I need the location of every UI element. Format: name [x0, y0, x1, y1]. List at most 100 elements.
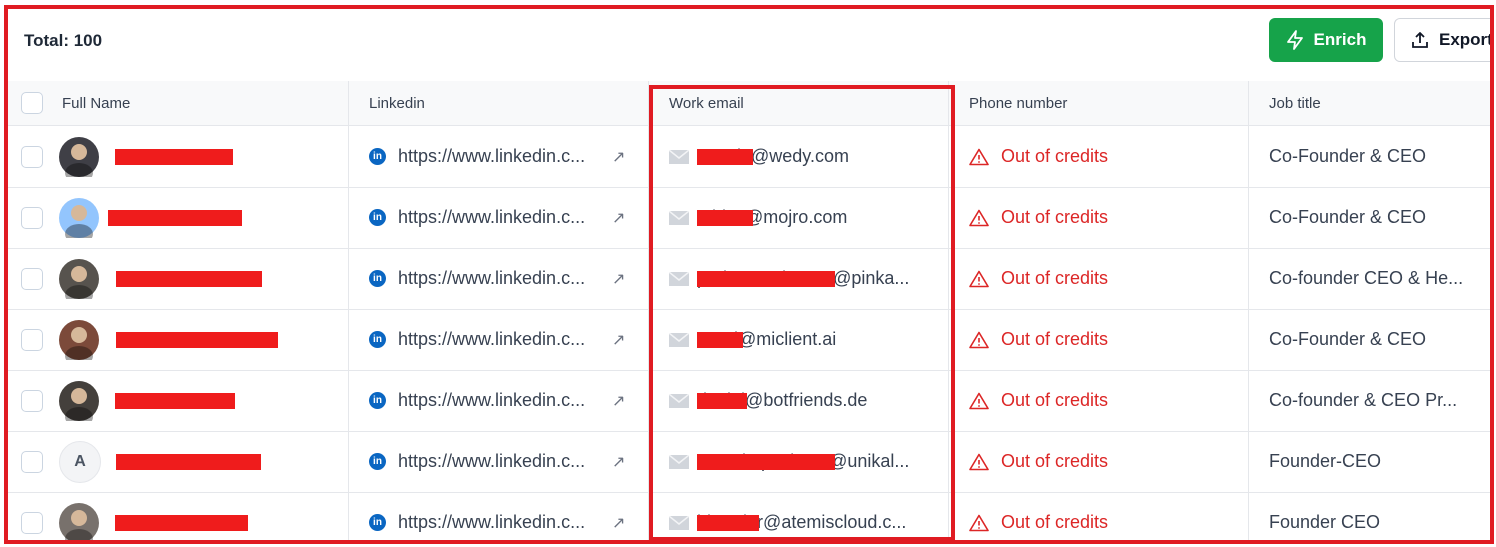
enrich-button[interactable]: Enrich [1269, 18, 1383, 62]
table-row[interactable]: Benoit BARNIER in https://www.linkedin.c… [8, 492, 1490, 540]
linkedin-cell: in https://www.linkedin.c... ↗ [348, 187, 648, 248]
column-header-job-title[interactable]: Job title [1248, 81, 1490, 125]
table-row[interactable]: in https://www.linkedin.c... ↗ tobias@mo… [8, 187, 1490, 249]
fullname-cell: A Antonio Pacheco [8, 431, 348, 492]
table-row[interactable]: Pedro Machareto in https://www.linkedin.… [8, 248, 1490, 310]
redaction-mark [697, 332, 743, 348]
linkedin-url[interactable]: https://www.linkedin.c... [398, 512, 598, 533]
external-link-icon[interactable]: ↗ [612, 452, 625, 472]
avatar [59, 502, 99, 540]
export-button-label: Export [1439, 30, 1493, 49]
warning-icon [969, 514, 989, 531]
warning-icon [969, 331, 989, 348]
total-count: Total: 100 [24, 31, 103, 50]
external-link-icon[interactable]: ↗ [612, 147, 625, 167]
redaction-mark [115, 393, 235, 409]
linkedin-url[interactable]: https://www.linkedin.c... [398, 268, 598, 289]
email-cell: daniel@botfriends.de [648, 370, 948, 431]
mail-icon [669, 393, 689, 408]
redaction-mark [697, 454, 835, 470]
phone-cell: Out of credits [948, 187, 1248, 248]
column-header-work-email[interactable]: Work email [648, 81, 948, 125]
redaction-mark [697, 393, 747, 409]
linkedin-cell: in https://www.linkedin.c... ↗ [348, 126, 648, 187]
mail-icon [669, 515, 689, 530]
table-panel: Total: 100 Enrich Export Full Name Linke… [4, 5, 1494, 544]
phone-cell: Out of credits [948, 126, 1248, 187]
fullname-cell: Daniel Keesen [8, 370, 348, 431]
job-title: Co-founder CEO & He... [1269, 268, 1464, 288]
table-row[interactable]: CA Swati Sharma S in https://www.linkedi… [8, 309, 1490, 371]
redaction-mark [108, 210, 242, 226]
external-link-icon[interactable]: ↗ [612, 208, 625, 228]
fullname-cell: Pedro Machareto [8, 248, 348, 309]
export-button[interactable]: Export [1394, 18, 1493, 62]
linkedin-url[interactable]: https://www.linkedin.c... [398, 207, 598, 228]
avatar [59, 319, 99, 360]
row-checkbox[interactable] [21, 450, 43, 473]
redaction-mark [116, 454, 261, 470]
linkedin-icon: in [369, 209, 386, 226]
linkedin-cell: in https://www.linkedin.c... ↗ [348, 431, 648, 492]
job-title-cell: Co-founder CEO & He... [1248, 248, 1490, 309]
fullname-cell: Benoit BARNIER [8, 492, 348, 540]
mail-icon [669, 332, 689, 347]
linkedin-icon: in [369, 148, 386, 165]
avatar [59, 380, 99, 421]
row-checkbox[interactable] [21, 206, 43, 229]
external-link-icon[interactable]: ↗ [612, 330, 625, 350]
job-title-cell: Founder-CEO [1248, 431, 1490, 492]
select-all-checkbox[interactable] [21, 92, 43, 114]
linkedin-url[interactable]: https://www.linkedin.c... [398, 390, 598, 411]
table-row[interactable]: Daniel Keesen in https://www.linkedin.c.… [8, 370, 1490, 432]
linkedin-icon: in [369, 270, 386, 287]
table-row[interactable]: A Antonio Pacheco in https://www.linkedi… [8, 431, 1490, 493]
column-header-linkedin[interactable]: Linkedin [348, 81, 645, 125]
row-checkbox[interactable] [21, 511, 43, 534]
mail-icon [669, 454, 689, 469]
redaction-mark [697, 149, 753, 165]
row-checkbox[interactable] [21, 389, 43, 412]
external-link-icon[interactable]: ↗ [612, 269, 625, 289]
phone-status: Out of credits [1001, 390, 1109, 410]
row-checkbox[interactable] [21, 328, 43, 351]
table-toolbar: Total: 100 Enrich Export [8, 9, 1490, 81]
table-row[interactable]: Marcio Azeroi in https://www.linkedin.c.… [8, 126, 1490, 188]
job-title: Co-Founder & CEO [1269, 207, 1427, 227]
linkedin-url[interactable]: https://www.linkedin.c... [398, 329, 598, 350]
column-header-fullname[interactable]: Full Name [62, 95, 130, 112]
warning-icon [969, 392, 989, 409]
external-link-icon[interactable]: ↗ [612, 391, 625, 411]
fullname-cell: Marcio Azeroi [8, 126, 348, 187]
warning-icon [969, 270, 989, 287]
avatar: A [59, 440, 101, 483]
redaction-mark [697, 210, 753, 226]
phone-cell: Out of credits [948, 309, 1248, 370]
table-header: Full Name Linkedin Work email Phone numb… [8, 81, 1490, 126]
linkedin-url[interactable]: https://www.linkedin.c... [398, 451, 598, 472]
job-title: Co-Founder & CEO [1269, 329, 1427, 349]
fullname-cell: CA Swati Sharma S [8, 309, 348, 370]
redaction-mark [115, 515, 248, 531]
mail-icon [669, 210, 689, 225]
redaction-mark [697, 515, 759, 531]
warning-icon [969, 453, 989, 470]
lightning-icon [1286, 30, 1303, 50]
linkedin-url[interactable]: https://www.linkedin.c... [398, 146, 598, 167]
avatar [59, 136, 99, 177]
linkedin-icon: in [369, 392, 386, 409]
row-checkbox[interactable] [21, 267, 43, 290]
email-cell: tobias@mojro.com [648, 187, 948, 248]
phone-cell: Out of credits [948, 431, 1248, 492]
linkedin-cell: in https://www.linkedin.c... ↗ [348, 370, 648, 431]
phone-status: Out of credits [1001, 207, 1109, 227]
row-checkbox[interactable] [21, 145, 43, 168]
email-cell: pedro.machareto@pinka... [648, 248, 948, 309]
job-title-cell: Co-Founder & CEO [1248, 126, 1490, 187]
external-link-icon[interactable]: ↗ [612, 513, 625, 533]
enrich-button-label: Enrich [1313, 30, 1367, 49]
fullname-cell [8, 187, 348, 248]
phone-cell: Out of credits [948, 492, 1248, 540]
warning-icon [969, 209, 989, 226]
column-header-phone[interactable]: Phone number [948, 81, 1248, 125]
